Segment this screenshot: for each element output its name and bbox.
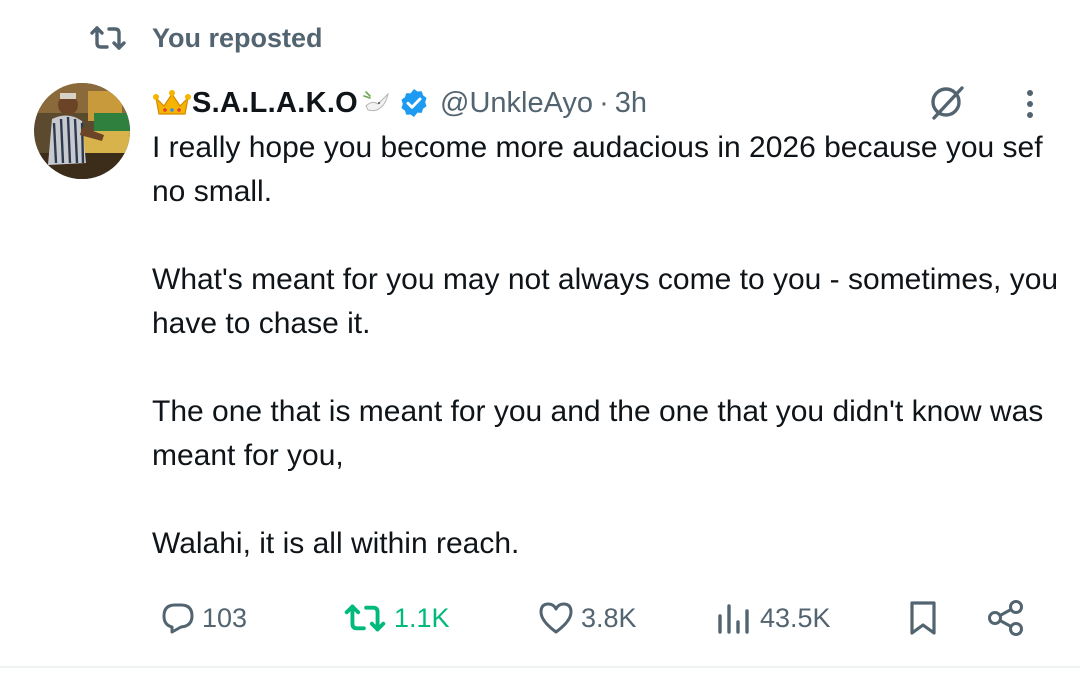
author-handle[interactable]: @UnkleAyo <box>440 87 593 120</box>
crown-emoji <box>152 88 192 118</box>
dove-emoji <box>362 90 392 116</box>
post-text: I really hope you become more audacious … <box>152 126 1062 610</box>
post-paragraph: What's meant for you may not always come… <box>152 263 1059 340</box>
heart-icon <box>537 600 575 636</box>
more-icon[interactable] <box>1018 84 1042 124</box>
views-icon <box>714 600 754 636</box>
meta-separator: · <box>599 86 609 119</box>
share-button[interactable] <box>986 594 1026 642</box>
action-bar: 103 1.1K 3.8K 43.5K <box>0 594 1080 642</box>
tweet-card[interactable]: You reposted S.A.L.A.K.O @UnkleAyo · 3h … <box>0 0 1080 687</box>
repost-count: 1.1K <box>394 602 450 633</box>
post-paragraph: I really hope you become more audacious … <box>152 131 1043 208</box>
bookmark-icon <box>905 599 941 637</box>
like-button[interactable]: 3.8K <box>537 594 637 642</box>
repost-button[interactable]: 1.1K <box>342 594 450 642</box>
reply-button[interactable]: 103 <box>160 594 247 642</box>
post-paragraph: Walahi, it is all within reach. <box>152 527 520 560</box>
like-count: 3.8K <box>581 602 637 633</box>
bookmark-button[interactable] <box>905 594 941 642</box>
repost-icon <box>342 602 388 634</box>
views-button[interactable]: 43.5K <box>714 594 831 642</box>
reply-icon <box>160 600 196 636</box>
reply-count: 103 <box>202 602 248 633</box>
repost-icon <box>88 24 128 52</box>
post-header: S.A.L.A.K.O @UnkleAyo · 3h <box>152 80 647 126</box>
bottom-divider <box>0 666 1080 668</box>
repost-label: You reposted <box>152 22 323 53</box>
avatar[interactable] <box>34 83 130 179</box>
verified-badge-icon[interactable] <box>398 87 430 119</box>
display-name[interactable]: S.A.L.A.K.O <box>192 87 358 120</box>
share-icon <box>986 598 1026 638</box>
post-paragraph: The one that is meant for you and the on… <box>152 395 1044 472</box>
repost-banner: You reposted <box>88 18 323 58</box>
views-count: 43.5K <box>760 602 831 633</box>
post-time[interactable]: 3h <box>615 87 647 120</box>
grok-icon[interactable] <box>926 80 970 124</box>
